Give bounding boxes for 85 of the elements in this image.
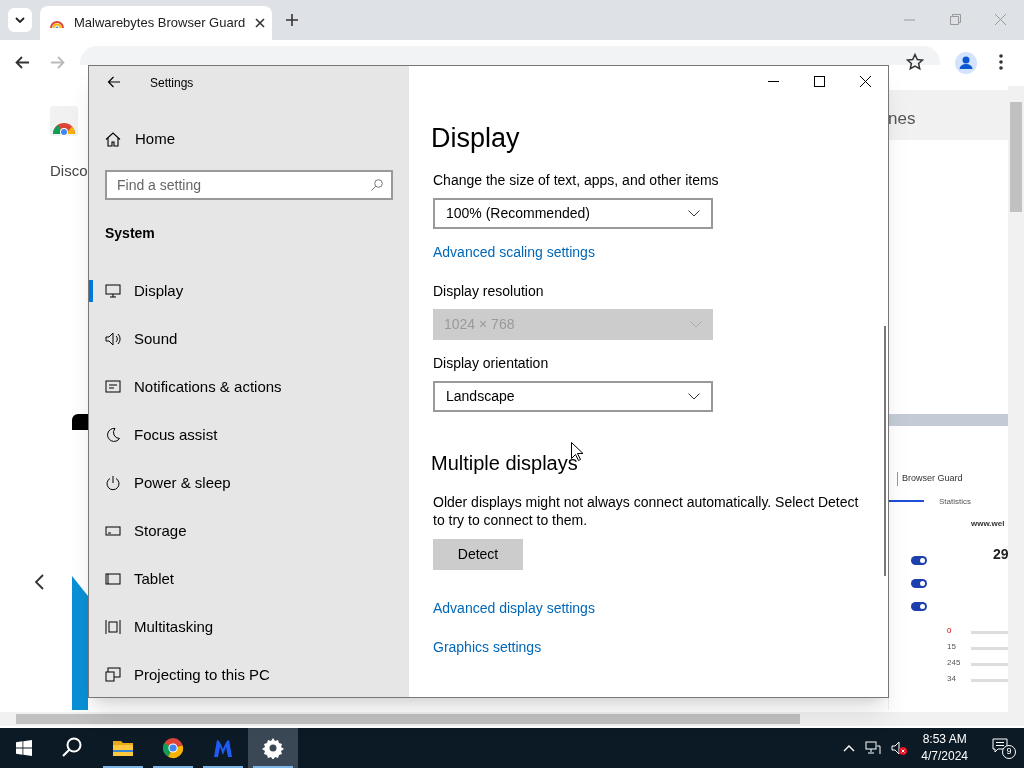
section-heading: System: [105, 224, 155, 243]
chrome-store-icon: [50, 106, 78, 136]
windows-icon: [105, 619, 121, 635]
vertical-scrollbar[interactable]: [1008, 86, 1024, 712]
chevron-up-icon[interactable]: [843, 744, 856, 752]
settings-link[interactable]: Advanced scaling settings: [433, 242, 595, 262]
nav-item[interactable]: Focus assist: [89, 411, 409, 459]
nav-item[interactable]: Power & sleep: [89, 459, 409, 507]
nav-item[interactable]: Projecting to this PC: [89, 651, 409, 699]
power-icon: [105, 475, 121, 491]
moon-icon: [105, 427, 121, 443]
stat-value: 0: [947, 626, 952, 636]
dropdown[interactable]: 100% (Recommended): [433, 198, 713, 229]
horizontal-scrollbar[interactable]: [0, 712, 1024, 726]
promo-site: www.wel: [971, 518, 1005, 530]
settings-link[interactable]: Advanced display settings: [433, 598, 595, 618]
nav-item[interactable]: Storage: [89, 507, 409, 555]
scrollbar-thumb[interactable]: [884, 326, 886, 576]
muted-speaker-icon[interactable]: [891, 741, 908, 755]
profile-icon[interactable]: [955, 52, 977, 74]
caret-icon: [15, 17, 25, 23]
close-icon: [859, 75, 871, 87]
nav-item[interactable]: Tablet: [89, 555, 409, 603]
tab-title: Malwarebytes Browser Guard: [74, 14, 246, 33]
chevron-down-icon: [688, 393, 700, 400]
back-arrow-icon[interactable]: [107, 76, 120, 88]
page-heading: Display: [431, 122, 520, 155]
stat-bar: [971, 647, 1009, 650]
stat-value: 245: [947, 658, 961, 668]
network-icon[interactable]: [865, 741, 882, 755]
detect-button[interactable]: Detect: [433, 539, 523, 570]
field-label: Display orientation: [433, 354, 549, 373]
clock[interactable]: 8:53 AM 4/7/2024: [917, 731, 972, 765]
new-tab-icon[interactable]: [286, 14, 298, 26]
drive-icon: [105, 523, 121, 539]
monitor-icon: [105, 283, 121, 299]
browser-icon: [162, 737, 184, 759]
maximize-icon: [813, 75, 825, 87]
page-text: Disco: [50, 161, 88, 181]
message-icon: [105, 379, 121, 395]
search-icon: [371, 179, 383, 191]
description-text: Older displays might not always connect automatically. Select Detect to try to connect to them.: [433, 493, 860, 529]
search-icon: [62, 737, 84, 759]
promo-tab-label: Statistics: [939, 496, 971, 508]
page-heading: nes: [888, 108, 916, 130]
home-link[interactable]: Home: [135, 127, 175, 151]
promo-tab-indicator: [889, 500, 924, 502]
nav-item[interactable]: Multitasking: [89, 603, 409, 651]
screens-icon: [105, 667, 121, 683]
stat-bar: [971, 631, 1009, 634]
promo-title: Browser Guard: [897, 472, 963, 486]
window-title: Settings: [150, 75, 194, 92]
speaker-icon: [105, 331, 121, 347]
windows-icon: [16, 740, 32, 756]
stat-bar: [971, 679, 1009, 682]
nav-item[interactable]: Notifications & actions: [89, 363, 409, 411]
star-icon[interactable]: [906, 53, 924, 71]
promo-count: 29: [993, 545, 1009, 564]
chevron-down-icon: [688, 210, 700, 217]
tablet-icon: [105, 571, 121, 587]
field-label: Display resolution: [433, 282, 544, 301]
message-icon: [992, 738, 1008, 753]
field-label: Change the size of text, apps, and other items: [433, 171, 719, 190]
home-icon[interactable]: [105, 131, 121, 147]
scrollbar-thumb[interactable]: [1010, 102, 1022, 212]
settings-icon: [262, 737, 284, 759]
more-icon[interactable]: [999, 54, 1003, 70]
section-heading: Multiple displays: [431, 451, 578, 476]
chevron-left-icon[interactable]: [34, 574, 44, 590]
rainbow-icon: [50, 18, 64, 28]
tab-list-button[interactable]: [8, 8, 32, 32]
taskbar-app[interactable]: [248, 728, 298, 768]
stat-value: 34: [947, 674, 956, 684]
stat-bar: [971, 663, 1009, 666]
search-field[interactable]: Find a setting: [105, 170, 393, 200]
dropdown[interactable]: Landscape: [433, 381, 713, 412]
browser-tab[interactable]: Malwarebytes Browser Guard: [40, 6, 272, 40]
notification-button[interactable]: 9: [990, 734, 1018, 762]
chevron-down-icon: [690, 321, 702, 328]
back-arrow-icon[interactable]: [15, 56, 29, 69]
stat-value: 15: [947, 642, 956, 652]
scrollbar-thumb[interactable]: [16, 714, 800, 724]
close-icon[interactable]: [255, 18, 266, 28]
nav-item[interactable]: Sound: [89, 315, 409, 363]
settings-link[interactable]: Graphics settings: [433, 637, 542, 657]
